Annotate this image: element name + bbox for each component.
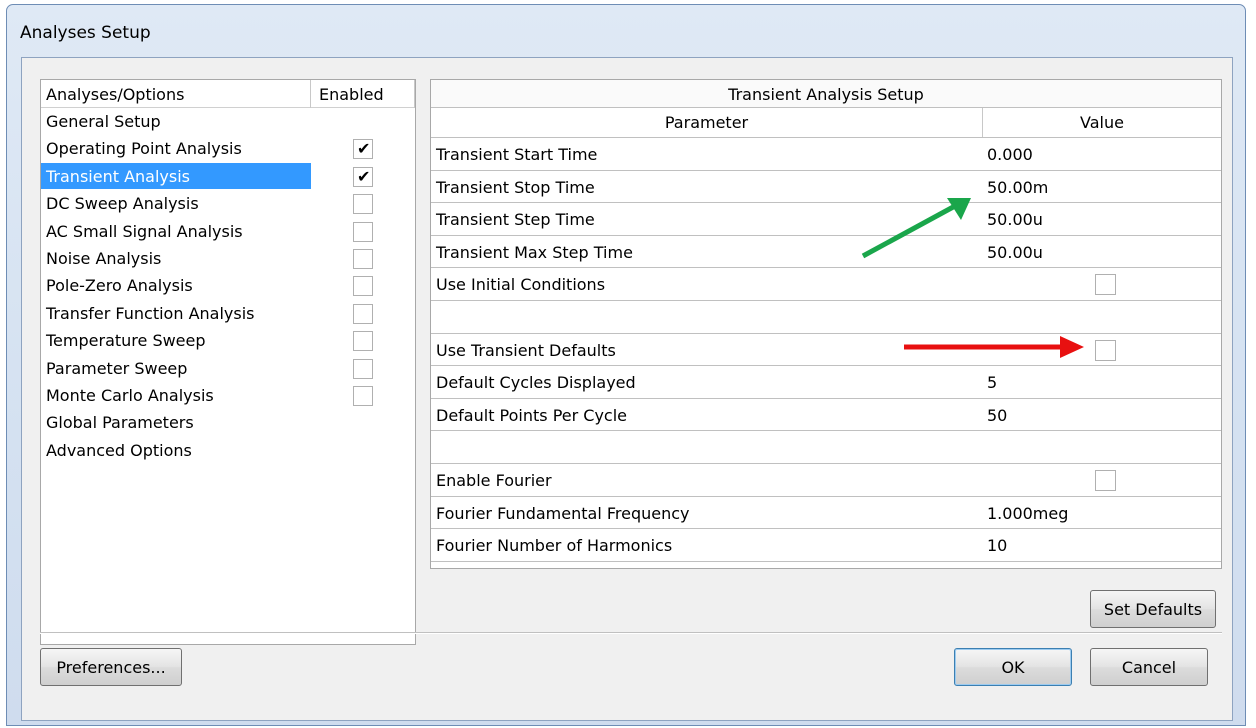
green-arrow-icon: [861, 198, 971, 259]
analysis-item-label: Monte Carlo Analysis: [46, 385, 214, 405]
analyses-setup-dialog: Analyses Setup Analyses/Options Enabled …: [6, 4, 1246, 726]
analyses-options-column-header[interactable]: Analyses/Options: [41, 80, 311, 108]
dialog-client-area: Analyses/Options Enabled General Setup Op…: [21, 57, 1233, 721]
analysis-list-item[interactable]: Parameter Sweep: [41, 355, 415, 382]
parameter-row[interactable]: Default Points Per Cycle 50: [431, 399, 1221, 432]
parameter-row[interactable]: Default Cycles Displayed 5: [431, 366, 1221, 399]
parameter-name: Use Transient Defaults: [436, 340, 616, 360]
parameter-value-checkbox[interactable]: [1095, 339, 1116, 361]
analysis-item-label: Parameter Sweep: [46, 358, 188, 378]
dialog-title: Analyses Setup: [20, 23, 151, 43]
analyses-list: General Setup Operating Point Analysis Tra…: [41, 108, 415, 464]
analyses-list-panel: Analyses/Options Enabled General Setup Op…: [40, 79, 416, 645]
analysis-list-item[interactable]: General Setup: [41, 108, 415, 135]
analysis-list-item[interactable]: AC Small Signal Analysis: [41, 218, 415, 245]
enabled-column-header[interactable]: Enabled: [311, 80, 415, 108]
analysis-enabled-checkbox[interactable]: [353, 385, 373, 406]
transient-setup-panel: Transient Analysis Setup Parameter Value…: [430, 79, 1222, 569]
set-defaults-button[interactable]: Set Defaults: [1090, 590, 1216, 628]
analyses-list-header: Analyses/Options Enabled: [41, 80, 415, 108]
analysis-item-label: Transient Analysis: [41, 162, 311, 189]
parameter-row[interactable]: Transient Stop Time 50.00m: [431, 171, 1221, 204]
parameter-value[interactable]: 50.00m: [987, 178, 1048, 197]
analysis-item-label: Advanced Options: [46, 440, 192, 460]
analysis-enabled-checkbox[interactable]: [353, 331, 373, 352]
parameter-grid: Transient Start Time 0.000 Transient Stop …: [431, 138, 1221, 562]
parameter-grid-header: Parameter Value: [431, 108, 1221, 138]
analysis-item-label: Global Parameters: [46, 413, 194, 433]
parameter-column-header: Parameter: [431, 108, 983, 137]
parameter-name: Default Cycles Displayed: [436, 373, 636, 393]
parameter-name: Transient Stop Time: [436, 177, 595, 197]
analysis-list-item[interactable]: Transfer Function Analysis: [41, 300, 415, 327]
title-bar[interactable]: Analyses Setup: [7, 5, 1245, 55]
parameter-name: Fourier Number of Harmonics: [436, 536, 673, 556]
analysis-list-item[interactable]: Temperature Sweep: [41, 327, 415, 354]
transient-setup-title: Transient Analysis Setup: [431, 80, 1221, 108]
parameter-row[interactable]: Use Transient Defaults: [431, 334, 1221, 367]
parameter-value[interactable]: 1.000meg: [987, 504, 1068, 523]
analysis-enabled-checkbox[interactable]: [353, 248, 373, 269]
analysis-item-label: AC Small Signal Analysis: [46, 221, 243, 241]
parameter-value-checkbox[interactable]: [1095, 469, 1116, 491]
analysis-list-item[interactable]: Global Parameters: [41, 409, 415, 436]
preferences-button[interactable]: Preferences...: [40, 648, 182, 686]
analysis-enabled-checkbox[interactable]: [353, 358, 373, 379]
analysis-list-item[interactable]: Advanced Options: [41, 437, 415, 464]
value-column-header: Value: [1080, 113, 1124, 132]
analysis-item-label: DC Sweep Analysis: [46, 194, 199, 214]
parameter-name: Enable Fourier: [436, 470, 552, 490]
analysis-enabled-checkbox[interactable]: [353, 303, 373, 324]
analysis-list-item[interactable]: DC Sweep Analysis: [41, 190, 415, 217]
analysis-enabled-checkbox[interactable]: [353, 276, 373, 297]
parameter-name: Use Initial Conditions: [436, 275, 606, 295]
analysis-enabled-checkbox[interactable]: [353, 166, 373, 187]
parameter-value[interactable]: 5: [987, 373, 997, 392]
parameter-row[interactable]: Fourier Number of Harmonics 10: [431, 529, 1221, 562]
analysis-list-item[interactable]: Operating Point Analysis: [41, 135, 415, 162]
parameter-value-checkbox[interactable]: [1095, 274, 1116, 296]
parameter-name: Transient Max Step Time: [436, 242, 633, 262]
analysis-item-label: Transfer Function Analysis: [46, 303, 255, 323]
parameter-name: Default Points Per Cycle: [436, 405, 628, 425]
parameter-row[interactable]: Enable Fourier: [431, 464, 1221, 497]
analysis-list-item[interactable]: Transient Analysis: [41, 162, 415, 190]
parameter-row[interactable]: [431, 301, 1221, 334]
parameter-name: Transient Start Time: [436, 145, 598, 164]
parameter-value[interactable]: 0.000: [987, 145, 1033, 164]
parameter-row[interactable]: Transient Start Time 0.000: [431, 138, 1221, 171]
parameter-value[interactable]: 10: [987, 536, 1007, 555]
parameter-value[interactable]: 50: [987, 406, 1007, 425]
footer-separator: [40, 632, 1222, 634]
analysis-item-label: Operating Point Analysis: [46, 139, 242, 159]
analysis-item-label: Pole-Zero Analysis: [46, 276, 193, 296]
parameter-row[interactable]: Transient Max Step Time 50.00u: [431, 236, 1221, 269]
analysis-enabled-checkbox[interactable]: [353, 194, 373, 215]
parameter-value[interactable]: 50.00u: [987, 210, 1043, 229]
analysis-enabled-checkbox[interactable]: [353, 139, 373, 160]
parameter-value[interactable]: 50.00u: [987, 243, 1043, 262]
ok-button[interactable]: OK: [954, 648, 1072, 686]
parameter-name: Transient Step Time: [436, 210, 595, 230]
analysis-list-item[interactable]: Monte Carlo Analysis: [41, 382, 415, 409]
parameter-row[interactable]: Use Initial Conditions: [431, 268, 1221, 301]
cancel-button[interactable]: Cancel: [1090, 648, 1208, 686]
analysis-item-label: Temperature Sweep: [46, 331, 206, 351]
parameter-row[interactable]: Transient Step Time 50.00u: [431, 203, 1221, 236]
parameter-name: Fourier Fundamental Frequency: [436, 503, 690, 523]
analysis-list-item[interactable]: Pole-Zero Analysis: [41, 272, 415, 299]
parameter-row[interactable]: [431, 431, 1221, 464]
analysis-item-label: Noise Analysis: [46, 248, 162, 268]
analysis-enabled-checkbox[interactable]: [353, 221, 373, 242]
parameter-row[interactable]: Fourier Fundamental Frequency 1.000meg: [431, 497, 1221, 530]
red-arrow-icon: [904, 336, 1084, 358]
analysis-item-label: General Setup: [46, 112, 161, 131]
analysis-list-item[interactable]: Noise Analysis: [41, 245, 415, 272]
